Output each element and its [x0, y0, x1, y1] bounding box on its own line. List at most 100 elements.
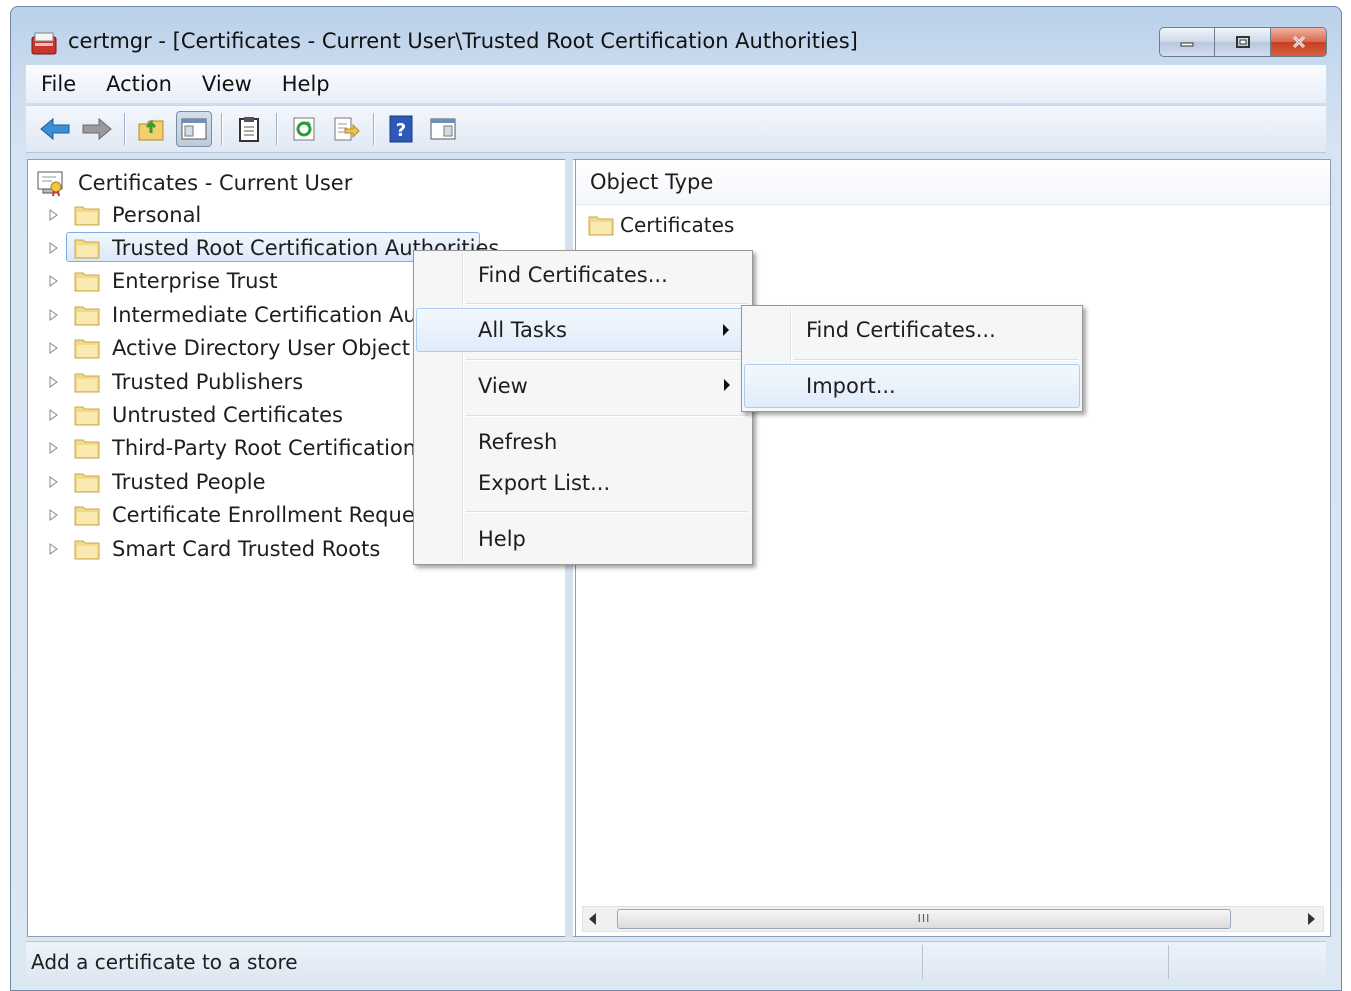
expand-arrow-icon[interactable]	[46, 240, 62, 256]
title-bar[interactable]: certmgr - [Certificates - Current User\T…	[11, 7, 1341, 65]
folder-icon	[74, 540, 100, 560]
expand-arrow-icon[interactable]	[46, 374, 62, 390]
close-button[interactable]	[1271, 27, 1327, 57]
list-item[interactable]: Certificates	[588, 210, 734, 240]
refresh-button[interactable]	[286, 111, 322, 147]
submenu-item-import[interactable]: Import...	[744, 364, 1080, 408]
tree-item-label: Intermediate Certification Auth	[112, 302, 439, 327]
forward-button[interactable]	[79, 111, 115, 147]
toolbar-separator	[221, 113, 222, 145]
tree-item-label: Trusted Publishers	[112, 369, 304, 394]
expand-arrow-icon[interactable]	[46, 207, 62, 223]
scroll-thumb[interactable]: III	[617, 909, 1231, 929]
caption-buttons	[1159, 27, 1327, 59]
menu-item-all-tasks[interactable]: All Tasks	[416, 308, 750, 352]
expand-arrow-icon[interactable]	[46, 440, 62, 456]
toolbar-separator	[124, 113, 125, 145]
tree-item-label: Active Directory User Object	[112, 336, 411, 361]
folder-icon	[588, 216, 614, 236]
svg-text:?: ?	[396, 120, 406, 141]
tree-item-label: Third-Party Root Certification A	[112, 436, 438, 461]
folder-icon	[74, 473, 100, 493]
folder-icon	[74, 272, 100, 292]
toolbar-separator	[276, 113, 277, 145]
tree-item-label: Enterprise Trust	[112, 269, 278, 294]
submenu-arrow-icon	[724, 379, 730, 391]
tree-root[interactable]: Certificates - Current User	[36, 168, 352, 198]
expand-arrow-icon[interactable]	[46, 307, 62, 323]
folder-icon	[74, 406, 100, 426]
restore-icon	[1235, 36, 1250, 48]
menu-separator	[794, 359, 1078, 360]
expand-arrow-icon[interactable]	[46, 541, 62, 557]
window-title: certmgr - [Certificates - Current User\T…	[68, 29, 858, 53]
clipboard-icon	[239, 117, 259, 142]
menu-view[interactable]: View	[187, 72, 267, 96]
clipboard-button[interactable]	[231, 111, 267, 147]
all-tasks-submenu: Find Certificates... Import...	[741, 305, 1083, 412]
scroll-right-arrow-icon[interactable]	[1308, 913, 1315, 925]
properties-pane-icon	[430, 118, 456, 140]
context-menu: Find Certificates... All Tasks View Refr…	[413, 250, 753, 565]
expand-arrow-icon[interactable]	[46, 340, 62, 356]
status-text: Add a certificate to a store	[31, 950, 298, 974]
show-action-pane-button[interactable]	[425, 111, 461, 147]
tree-item-label: Untrusted Certificates	[112, 403, 343, 428]
horizontal-scrollbar[interactable]: III	[582, 906, 1324, 932]
expand-arrow-icon[interactable]	[46, 273, 62, 289]
close-icon	[1292, 35, 1305, 49]
show-hide-console-tree-button[interactable]	[176, 111, 212, 147]
maximize-button[interactable]	[1215, 27, 1271, 57]
refresh-icon	[293, 117, 315, 141]
menu-item-label: All Tasks	[478, 318, 567, 342]
certificates-snapin-icon	[37, 171, 63, 197]
menu-item-refresh[interactable]: Refresh	[416, 420, 750, 464]
menu-separator	[466, 359, 748, 360]
menu-action[interactable]: Action	[91, 72, 187, 96]
menu-file[interactable]: File	[26, 72, 91, 96]
folder-icon	[74, 306, 100, 326]
help-icon: ?	[389, 115, 413, 143]
up-folder-icon	[138, 119, 164, 141]
status-separator	[1168, 945, 1169, 979]
folder-icon	[74, 373, 100, 393]
show-hide-tree-icon	[181, 118, 207, 140]
menu-bar: File Action View Help	[26, 65, 1326, 103]
menu-separator	[466, 415, 748, 416]
status-bar: Add a certificate to a store	[26, 941, 1326, 982]
menu-item-view[interactable]: View	[416, 364, 750, 408]
minimize-button[interactable]	[1159, 27, 1215, 57]
expand-arrow-icon[interactable]	[46, 507, 62, 523]
toolbar-separator	[373, 113, 374, 145]
tree-item-label: Smart Card Trusted Roots	[112, 536, 381, 561]
export-list-button[interactable]	[328, 111, 364, 147]
status-separator	[922, 945, 923, 979]
scroll-left-arrow-icon[interactable]	[589, 913, 596, 925]
folder-icon	[74, 339, 100, 359]
menu-help[interactable]: Help	[267, 72, 345, 96]
back-button[interactable]	[37, 111, 73, 147]
menu-item-help[interactable]: Help	[416, 517, 750, 561]
submenu-item-find-certificates[interactable]: Find Certificates...	[744, 308, 1080, 352]
menu-item-label: View	[478, 374, 528, 398]
submenu-arrow-icon	[723, 324, 729, 336]
folder-icon	[74, 239, 100, 259]
list-item-label: Certificates	[620, 213, 735, 237]
expand-arrow-icon[interactable]	[46, 474, 62, 490]
menu-separator	[466, 511, 748, 512]
folder-icon	[74, 506, 100, 526]
tree-item-label: Trusted People	[112, 469, 266, 494]
back-icon	[40, 117, 70, 141]
tree-item-label: Personal	[112, 202, 202, 227]
toolbar: ?	[26, 105, 1326, 153]
folder-icon	[74, 439, 100, 459]
menu-separator	[466, 303, 748, 304]
menu-item-find-certificates[interactable]: Find Certificates...	[416, 253, 750, 297]
help-button[interactable]: ?	[383, 111, 419, 147]
tree-item-label: Certificate Enrollment Requests	[112, 503, 445, 528]
column-header-object-type[interactable]: Object Type	[576, 160, 1330, 205]
up-one-level-button[interactable]	[134, 111, 170, 147]
expand-arrow-icon[interactable]	[46, 407, 62, 423]
menu-item-export-list[interactable]: Export List...	[416, 461, 750, 505]
tree-item-personal[interactable]: Personal	[46, 198, 499, 231]
